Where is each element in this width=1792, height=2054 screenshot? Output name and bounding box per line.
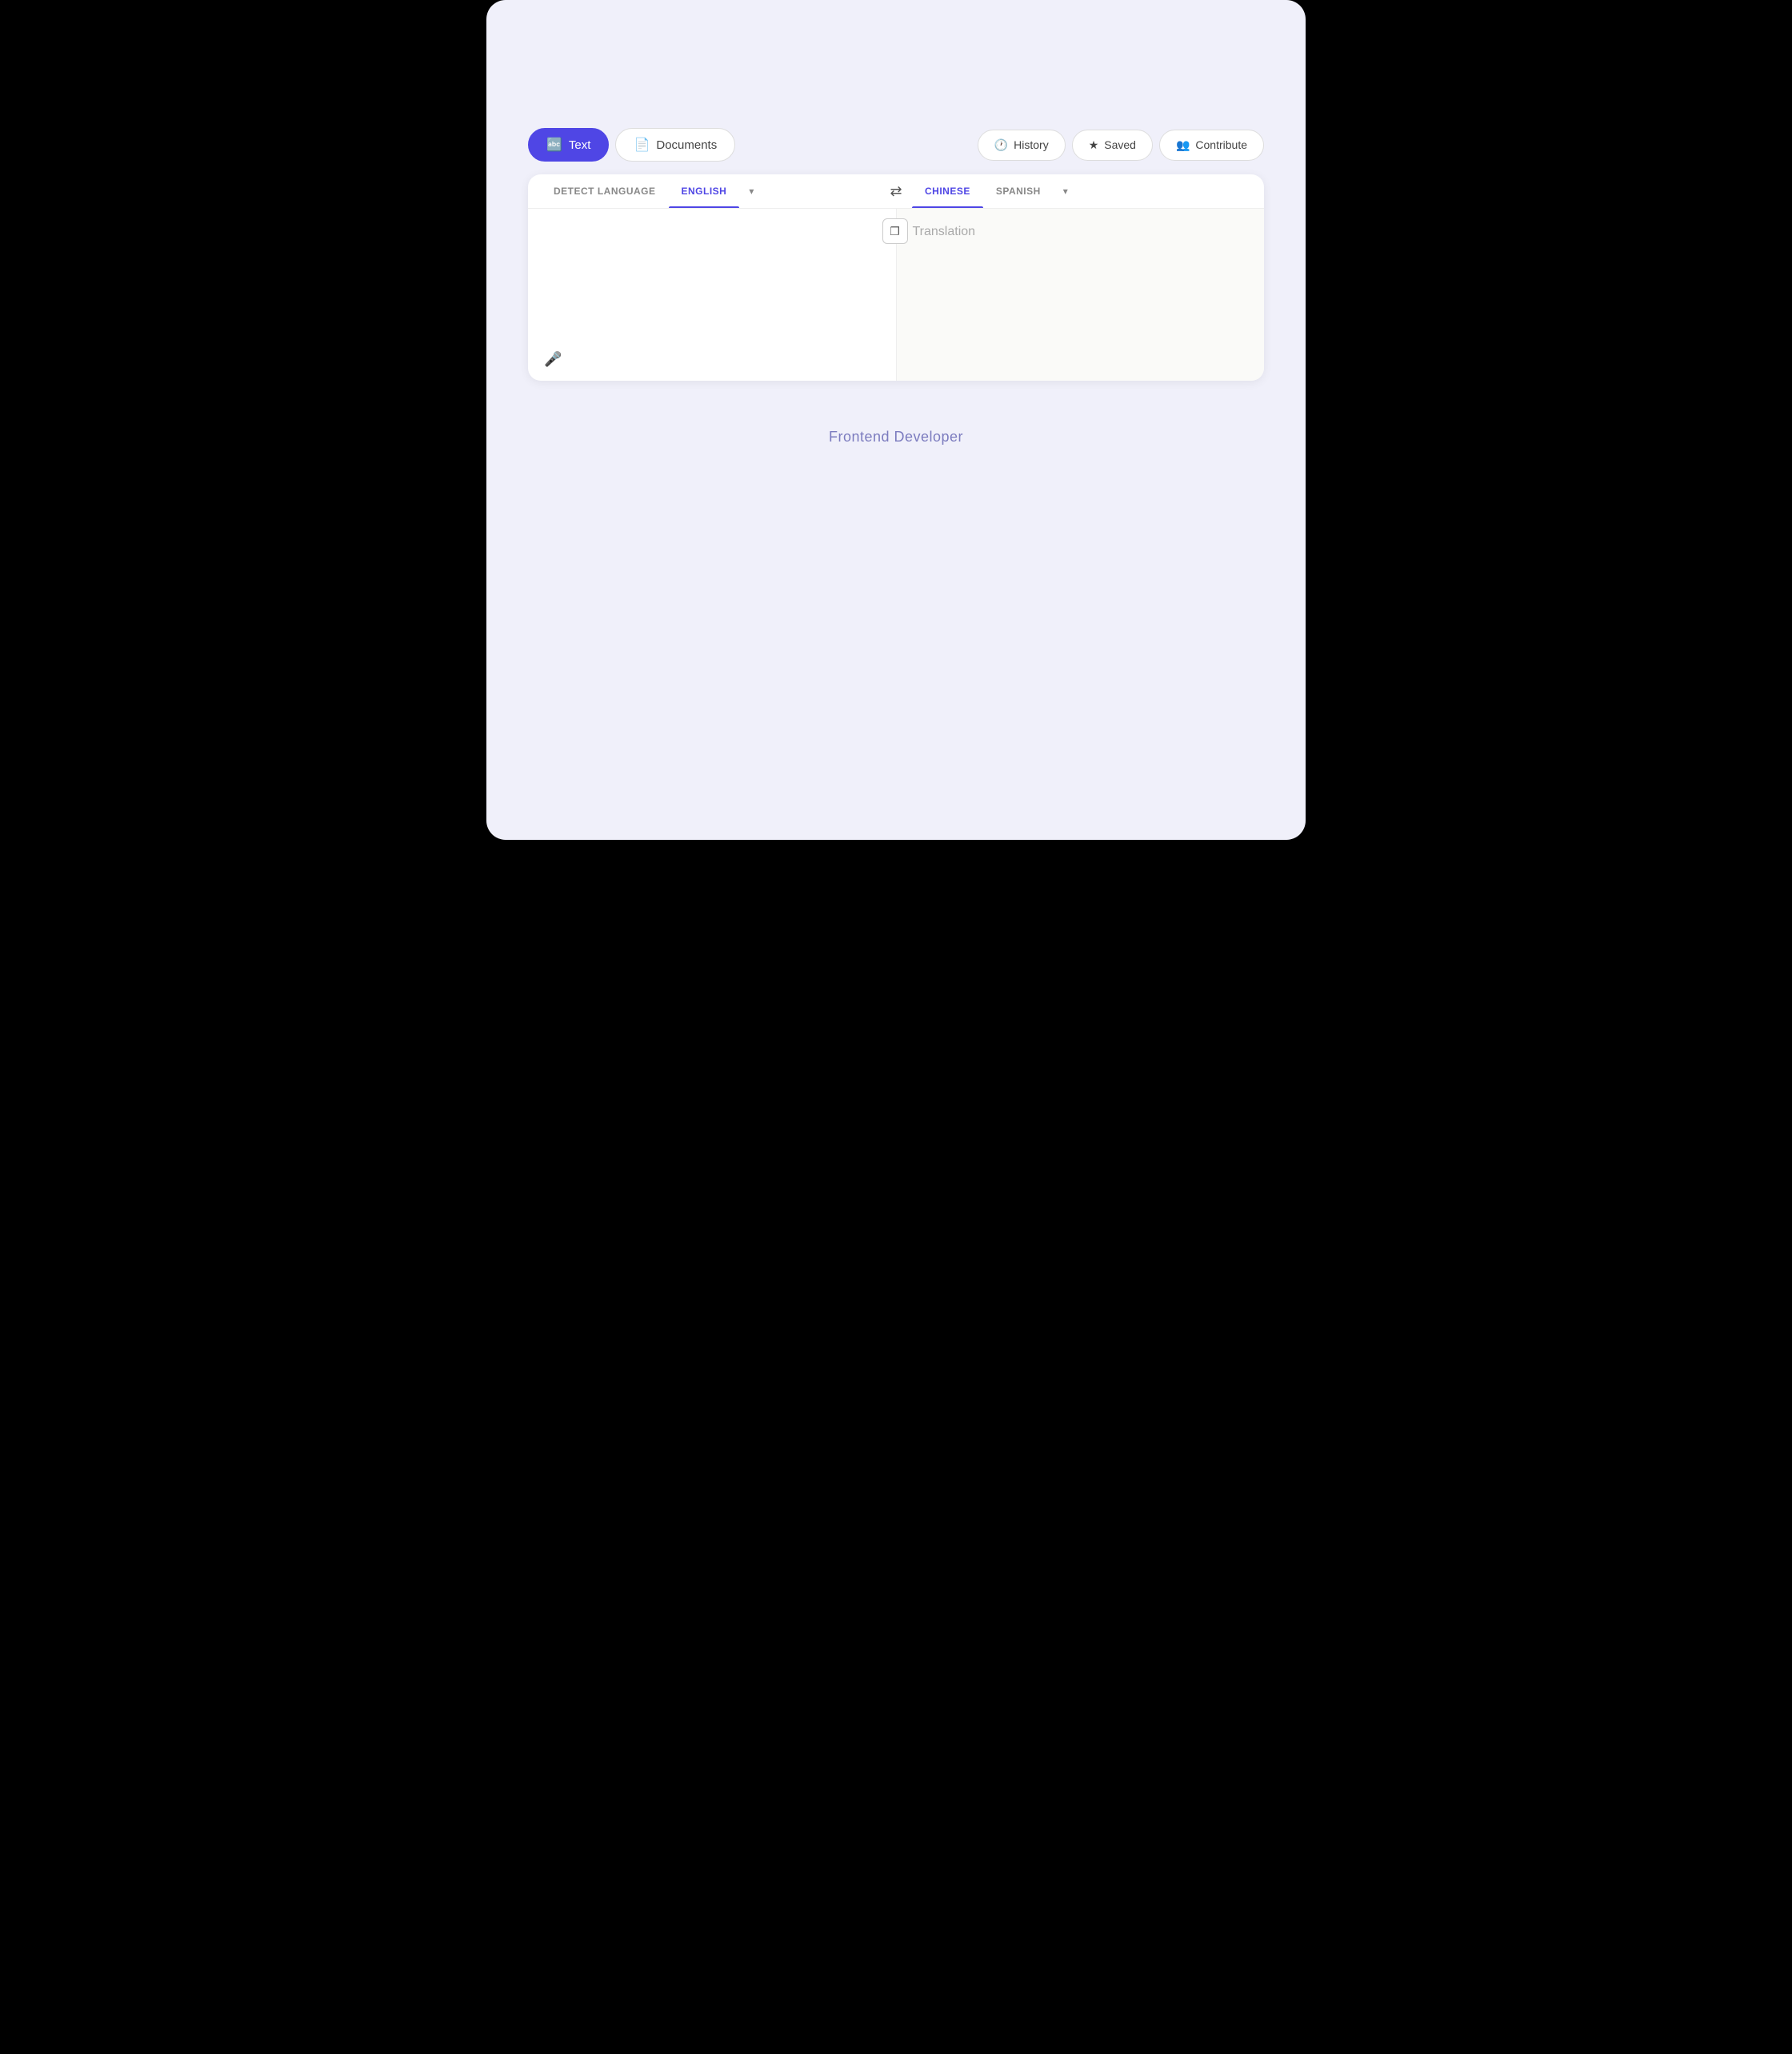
microphone-icon: 🎤: [544, 351, 562, 367]
tab-documents[interactable]: 📄 Documents: [615, 128, 735, 162]
language-bar: DETECT LANGUAGE ENGLISH ⇄ CHINESE SPANIS…: [528, 174, 1264, 209]
chevron-down-icon-target: [1063, 186, 1068, 197]
translation-panels: 🎤 ❐ Translation: [528, 209, 1264, 381]
tab-text-label: Text: [569, 138, 591, 152]
tab-contribute[interactable]: 👥 Contribute: [1159, 130, 1264, 161]
detect-language-option[interactable]: DETECT LANGUAGE: [541, 174, 669, 208]
tab-history-label: History: [1014, 138, 1049, 151]
history-icon: 🕐: [994, 138, 1008, 152]
tab-saved-label: Saved: [1104, 138, 1136, 151]
tab-text[interactable]: 🔤 Text: [528, 128, 609, 162]
target-language-dropdown[interactable]: [1054, 174, 1078, 208]
source-panel-footer: 🎤: [541, 348, 565, 371]
target-language-bar: CHINESE SPANISH: [912, 174, 1251, 208]
swap-languages-button[interactable]: ⇄: [880, 175, 912, 207]
footer-text: Frontend Developer: [528, 429, 1264, 446]
right-tabs: 🕐 History ★ Saved 👥 Contribute: [978, 130, 1264, 161]
tab-contribute-label: Contribute: [1195, 138, 1247, 151]
spanish-language-option[interactable]: SPANISH: [983, 174, 1054, 208]
copy-icon: ❐: [890, 225, 900, 238]
translator-card: DETECT LANGUAGE ENGLISH ⇄ CHINESE SPANIS…: [528, 174, 1264, 381]
microphone-button[interactable]: 🎤: [541, 348, 565, 371]
source-language-dropdown[interactable]: [739, 174, 763, 208]
target-panel: ❐ Translation: [897, 209, 1265, 381]
document-icon: 📄: [634, 137, 650, 153]
chinese-language-option[interactable]: CHINESE: [912, 174, 983, 208]
chevron-down-icon: [749, 186, 754, 197]
source-language-bar: DETECT LANGUAGE ENGLISH: [541, 174, 880, 208]
copy-button[interactable]: ❐: [882, 218, 908, 244]
source-panel: 🎤: [528, 209, 897, 381]
app-container: 🔤 Text 📄 Documents 🕐 History ★ Saved 👥 C…: [486, 0, 1306, 840]
source-textarea[interactable]: [544, 225, 880, 345]
text-translate-icon: 🔤: [546, 137, 562, 153]
swap-icon: ⇄: [890, 183, 902, 200]
star-icon: ★: [1089, 138, 1099, 152]
tab-documents-label: Documents: [656, 138, 717, 152]
top-bar: 🔤 Text 📄 Documents 🕐 History ★ Saved 👥 C…: [528, 128, 1264, 162]
tab-saved[interactable]: ★ Saved: [1072, 130, 1153, 161]
people-icon: 👥: [1176, 138, 1190, 152]
tab-history[interactable]: 🕐 History: [978, 130, 1066, 161]
translation-output: Translation: [913, 225, 1249, 239]
left-tabs: 🔤 Text 📄 Documents: [528, 128, 735, 162]
english-language-option[interactable]: ENGLISH: [669, 174, 740, 208]
